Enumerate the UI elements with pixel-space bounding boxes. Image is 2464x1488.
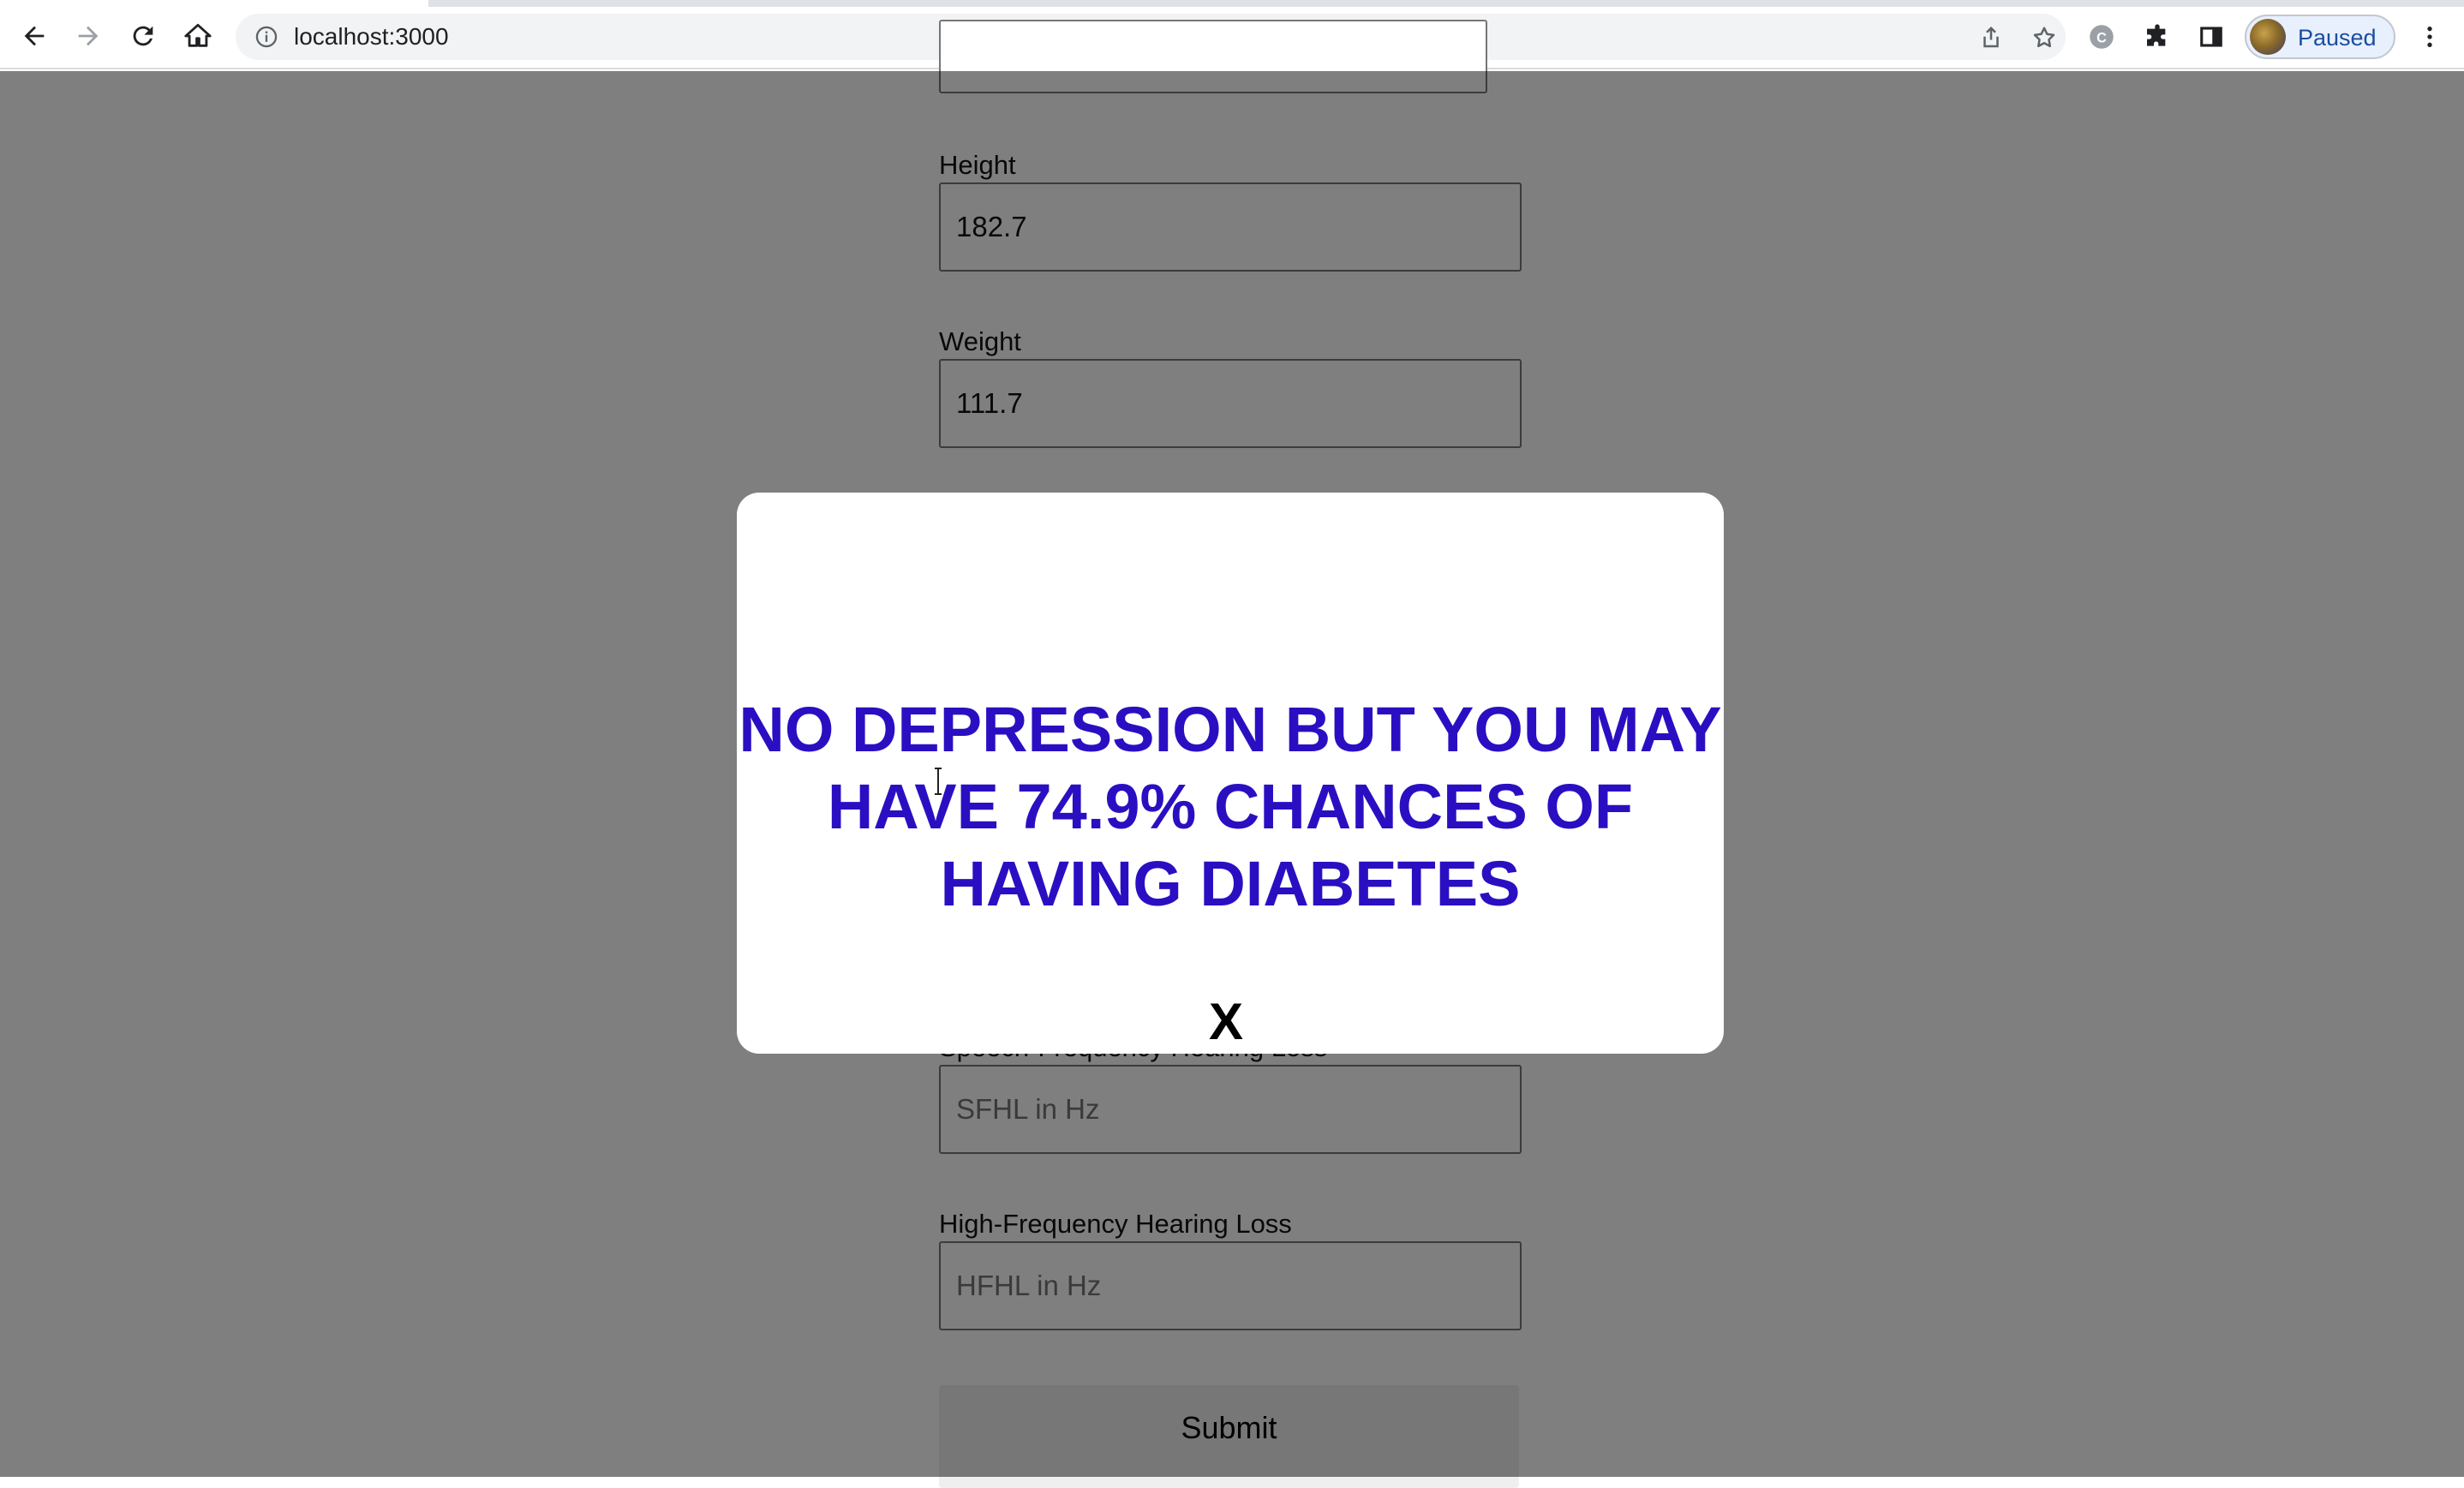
reload-icon[interactable] (124, 17, 162, 55)
puzzle-icon[interactable] (2144, 23, 2171, 51)
profile-chip[interactable]: Paused (2245, 15, 2395, 59)
share-icon[interactable] (1978, 25, 2004, 51)
arrow-left-icon[interactable] (15, 17, 53, 55)
info-icon[interactable] (254, 25, 278, 49)
home-icon[interactable] (179, 17, 217, 55)
url-text[interactable]: localhost:3000 (294, 23, 449, 51)
side-panel-icon[interactable] (2198, 24, 2224, 50)
text-cursor-icon (935, 768, 942, 795)
result-modal: NO DEPRESSION BUT YOU MAY HAVE 74.9% CHA… (737, 493, 1724, 1054)
result-message: NO DEPRESSION BUT YOU MAY HAVE 74.9% CHA… (739, 694, 1722, 919)
c-extension-icon[interactable]: C (2089, 24, 2114, 50)
active-tab[interactable] (0, 0, 428, 7)
svg-text:C: C (2096, 30, 2107, 45)
close-button[interactable]: X (1199, 996, 1253, 1048)
profile-status: Paused (2298, 25, 2377, 51)
tab-strip (0, 0, 2464, 7)
kebab-menu-icon[interactable] (2416, 23, 2443, 51)
star-icon[interactable] (2031, 25, 2057, 51)
avatar (2250, 19, 2286, 55)
arrow-right-icon[interactable] (69, 17, 107, 55)
